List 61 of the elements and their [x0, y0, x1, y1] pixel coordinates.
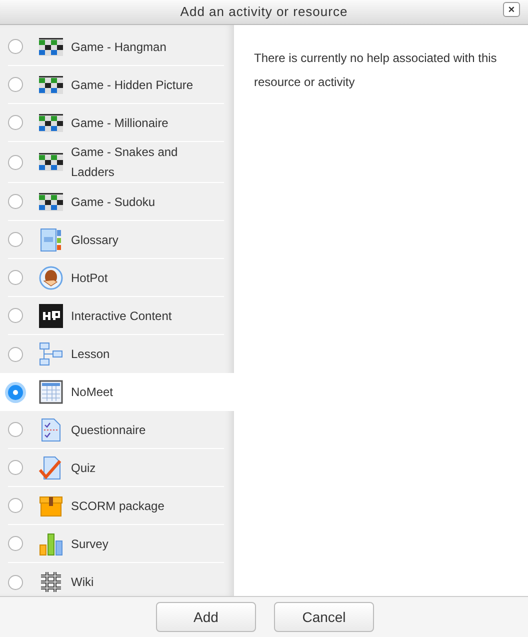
checkerboard-icon: [39, 150, 63, 174]
activity-name: NoMeet: [71, 384, 114, 401]
help-text: There is currently no help associated with this resource or activity: [254, 50, 498, 91]
activity-name: Glossary: [71, 232, 120, 248]
activity-option[interactable]: HotPot: [0, 259, 234, 297]
activity-option[interactable]: Game - Hangman: [0, 28, 234, 66]
activity-name: Game - Hangman: [71, 38, 168, 56]
puzzle-blocks-icon: [39, 570, 63, 594]
radio-button[interactable]: [8, 498, 23, 513]
activity-option[interactable]: Wiki: [0, 563, 234, 596]
activity-name: Lesson: [71, 346, 111, 363]
radio-button[interactable]: [8, 346, 23, 362]
checkmark-document-icon: [39, 456, 63, 480]
activity-name: Questionnaire: [71, 422, 147, 438]
activity-option[interactable]: Game - Sudoku: [0, 183, 234, 221]
activity-option[interactable]: NoMeet: [0, 373, 234, 411]
checklist-icon: [39, 418, 63, 442]
activity-option[interactable]: Interactive Content: [0, 297, 234, 335]
radio-button[interactable]: [8, 194, 23, 209]
calendar-grid-icon: [39, 380, 63, 404]
activity-option[interactable]: Game - Hidden Picture: [0, 66, 234, 104]
activity-name: Game - Snakes and Ladders: [71, 144, 179, 181]
activity-option[interactable]: Lesson: [0, 335, 234, 373]
add-button[interactable]: Add: [156, 602, 256, 632]
package-icon: [39, 494, 63, 518]
activity-name: Quiz: [71, 460, 97, 476]
activity-option[interactable]: Survey: [0, 525, 234, 563]
radio-button[interactable]: [8, 39, 23, 54]
flowchart-icon: [39, 342, 63, 366]
activity-name: Game - Millionaire: [71, 114, 170, 132]
radio-button[interactable]: [8, 232, 23, 247]
activity-name: Interactive Content: [71, 308, 173, 324]
activity-name: HotPot: [71, 270, 109, 286]
activity-name: Survey: [71, 536, 110, 552]
activity-option[interactable]: Game - Snakes and Ladders: [0, 142, 234, 183]
activity-option[interactable]: Questionnaire: [0, 411, 234, 449]
close-button[interactable]: ×: [503, 2, 520, 17]
book-icon: [39, 228, 63, 252]
bar-chart-icon: [39, 532, 63, 556]
activity-option[interactable]: Glossary: [0, 221, 234, 259]
activity-name: SCORM package: [71, 498, 166, 514]
activity-name: Game - Hidden Picture: [71, 76, 194, 94]
activity-option[interactable]: Game - Millionaire: [0, 104, 234, 142]
radio-button[interactable]: [8, 574, 23, 590]
cancel-button[interactable]: Cancel: [274, 602, 374, 632]
radio-button[interactable]: [8, 77, 23, 92]
activity-option[interactable]: SCORM package: [0, 487, 234, 525]
h5p-logo-icon: [39, 304, 63, 328]
radio-button[interactable]: [8, 536, 23, 551]
radio-button[interactable]: [8, 460, 23, 475]
hand-icon: [39, 266, 63, 290]
radio-button[interactable]: [8, 384, 23, 400]
radio-button[interactable]: [8, 422, 23, 437]
activity-name: Game - Sudoku: [71, 194, 156, 210]
radio-button[interactable]: [8, 154, 23, 170]
dialog-title: Add an activity or resource: [180, 3, 348, 22]
activity-name: Wiki: [71, 574, 95, 591]
radio-button[interactable]: [8, 270, 23, 285]
radio-button[interactable]: [8, 308, 23, 323]
radio-button[interactable]: [8, 115, 23, 130]
activity-option[interactable]: Quiz: [0, 449, 234, 487]
